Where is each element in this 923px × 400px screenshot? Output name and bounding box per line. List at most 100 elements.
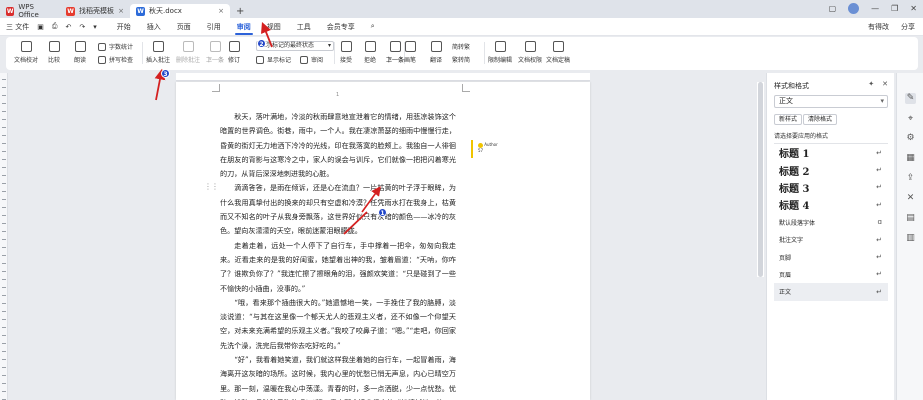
settings-sliders-icon[interactable]: ⚙ [905,133,916,144]
ruler-tick [2,319,6,320]
paragraph[interactable]: “哦，看来那个插曲很大的。”她遗憾地一笑，一手挽住了我的胳膊，淡淡说道：“与其在… [220,296,456,353]
menu-reference[interactable]: 引用 [199,18,229,36]
delete-comment-button[interactable]: 删除批注 [176,41,200,64]
next-change-button[interactable]: 下一条 [386,55,404,64]
simp-trad-button[interactable]: 简转繁 [452,42,470,51]
tab-template[interactable]: W 找稻壳模板 × [60,4,130,18]
print-icon[interactable]: ⎙ [52,22,58,31]
style-body[interactable]: 正文 ↵ [774,283,888,301]
menu-insert[interactable]: 插入 [139,18,169,36]
doc-finalize-button[interactable]: 文档定稿 [546,41,570,64]
share-icon[interactable]: ⇪ [905,173,916,184]
layout-icon[interactable]: ▢ [829,4,837,13]
menu-review[interactable]: 审阅 [229,18,259,36]
doc-logo-icon: W [136,6,145,16]
grid-icon[interactable]: ▦ [905,153,916,164]
redo-icon[interactable]: ↷ [79,23,85,31]
spell-check-button[interactable]: 拼写检查 [98,55,133,64]
compare-button[interactable]: 比较 [48,41,60,64]
style-footer[interactable]: 页脚 ↵ [774,248,888,265]
style-heading-1[interactable]: 标题 1 ↵ [774,144,888,161]
undo-icon[interactable]: ↶ [65,23,71,31]
new-style-button[interactable]: 新样式 [774,114,803,125]
document-body[interactable]: 秋天，落叶满地，冷淡的秋雨肆意地宣泄着它的情绪，用悲凉装饰这个暗置的世界调色。街… [220,110,456,400]
table-icon[interactable]: ▥ [905,233,916,244]
clear-format-button[interactable]: 清除格式 [803,114,838,125]
scrollbar-thumb[interactable] [758,82,763,277]
close-tab-icon[interactable]: × [118,7,124,15]
menu-tools[interactable]: 工具 [289,18,319,36]
paragraph[interactable]: “好”，我看着她笑道，我们就这样我坐着她的自行车，一起冒着雨，海海离开这灰暗的场… [220,353,456,400]
comment-balloon[interactable]: Author 57 [478,142,498,153]
drag-handle-icon[interactable]: ⋮⋮ [204,182,219,191]
more-icon[interactable]: ▾ [93,23,97,31]
cursor-icon[interactable]: ⌖ [905,114,916,125]
comment-author: Author [484,142,498,147]
tab-label: WPS Office [18,3,39,19]
display-status-select[interactable]: 显示标记的最终状态 [256,41,334,51]
paragraph[interactable]: 走着走着，远处一个人停下了自行车，手中撑着一把伞，匆匆向我走来。近看走来的是我的… [220,239,456,296]
pin-icon[interactable]: ✦ [868,80,874,88]
close-icon[interactable]: ✕ [910,4,917,13]
menu-member[interactable]: 会员专享 [319,18,363,36]
share-button[interactable]: 分享 [901,22,915,32]
menu-page[interactable]: 页面 [169,18,199,36]
ruler-tick [2,119,6,120]
document-page[interactable]: 1 ⋮⋮ 秋天，落叶满地，冷淡的秋雨肆意地宣泄着它的情绪，用悲凉装饰这个暗置的世… [176,82,590,400]
doc-proof-button[interactable]: 文档校对 [14,41,38,64]
review-pane-button[interactable]: 审阅 [300,55,323,64]
file-menu[interactable]: 三 文件 [6,22,29,32]
style-comment-text[interactable]: 批注文字 ↵ [774,231,888,248]
current-style-select[interactable]: 正文 [774,95,888,108]
prev-icon [389,41,401,52]
doc-auth-button[interactable]: 文档权限 [518,41,542,64]
trad-simp-button[interactable]: 繁转简 [452,55,470,64]
menu-tabs: 开始 插入 页面 引用 审阅 视图 工具 会员专享 ⌕ [109,18,383,36]
close-icon[interactable]: ✕ [882,80,888,88]
revise-button[interactable]: 修订 [228,41,240,64]
accept-button[interactable]: 接受 [340,41,352,64]
read-aloud-button[interactable]: 朗读 [74,41,86,64]
style-heading-2[interactable]: 标题 2 ↵ [774,161,888,178]
tab-document[interactable]: W 秋天.docx × [130,4,230,18]
proof-icon [20,41,32,52]
style-pen-icon[interactable]: ✎ [905,93,916,104]
close-tab-icon[interactable]: × [218,7,224,15]
clipboard-icon[interactable]: ▤ [905,213,916,224]
restore-icon[interactable]: ❐ [891,4,898,13]
tab-wps-office[interactable]: W WPS Office [0,3,60,19]
avatar[interactable] [848,3,860,14]
edit-status-button[interactable]: 有得改 [868,22,889,32]
comment-marker[interactable] [471,140,473,158]
save-icon[interactable]: ▣ [37,23,44,31]
restrict-edit-button[interactable]: 限制编辑 [488,41,512,64]
translate-button[interactable]: 翻译 [430,41,442,64]
wps-logo-icon: W [6,6,15,16]
new-tab-button[interactable]: + [236,6,244,17]
menu-view[interactable]: 视图 [259,18,289,36]
panel-controls: ✦ ✕ [868,80,888,88]
horizontal-ruler [176,73,590,81]
word-count-button[interactable]: 字数统计 [98,42,133,51]
style-default-font[interactable]: 默认段落字体 ɑ [774,214,888,231]
menu-start[interactable]: 开始 [109,18,139,36]
scrollbar[interactable] [757,82,764,277]
show-markup-button[interactable]: 显示标记 [256,55,291,64]
style-heading-3[interactable]: 标题 3 ↵ [774,179,888,196]
next-comment-button[interactable]: 下一条 [206,55,224,64]
ink-button[interactable]: 画笔 [404,41,416,64]
tools-icon[interactable]: ✕ [905,193,916,204]
paragraph[interactable]: 滴滴答答，是雨在倾诉，还是心在流血？一片枯黄的叶子浮于眼眸，为什么我用真挚付出的… [220,181,456,238]
reject-button[interactable]: 拒绝 [364,41,376,64]
auth-icon [524,41,536,52]
style-heading-4[interactable]: 标题 4 ↵ [774,196,888,213]
pane-icon [300,55,308,64]
paragraph[interactable]: 秋天，落叶满地，冷淡的秋雨肆意地宣泄着它的情绪，用悲凉装饰这个暗置的世界调色。街… [220,110,456,181]
styles-panel: 样式和格式 ✦ ✕ 正文 新样式 清除格式 请选择要应用的格式 标题 1↵ 标题… [766,73,894,400]
style-header[interactable]: 页眉 ↵ [774,266,888,283]
ruler-tick [2,359,6,360]
search-icon[interactable]: ⌕ [363,18,383,36]
insert-comment-button[interactable]: 插入批注 [146,41,170,64]
minimize-icon[interactable]: — [871,4,879,13]
finalize-icon [552,41,564,52]
